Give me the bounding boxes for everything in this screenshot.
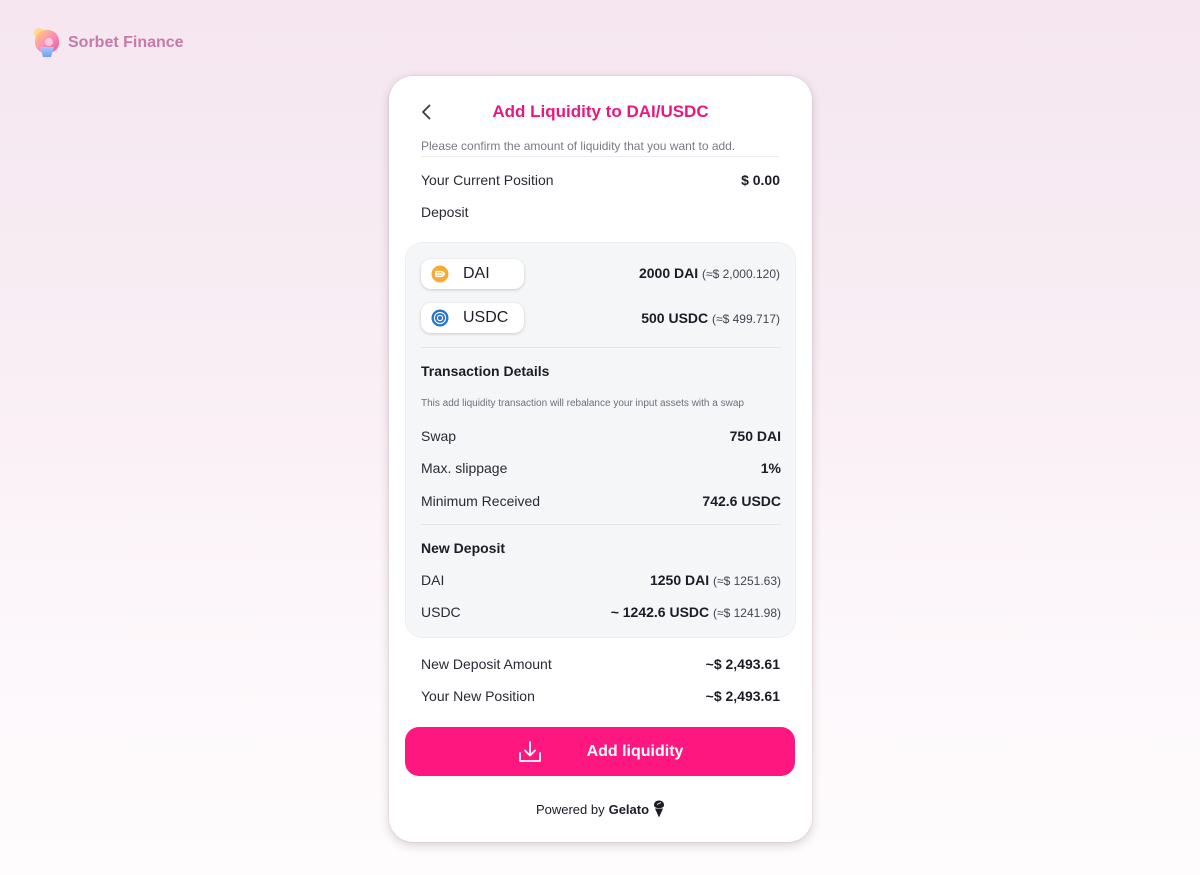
token-symbol-usdc: USDC <box>463 309 509 326</box>
add-liquidity-card: Add Liquidity to DAI/USDC Please confirm… <box>389 76 812 842</box>
max-slippage-value: 1% <box>760 460 781 476</box>
current-position-value: $ 0.00 <box>741 172 780 188</box>
new-position-label: Your New Position <box>421 688 535 704</box>
page-title: Add Liquidity to DAI/USDC <box>492 102 709 121</box>
deposit-label: Deposit <box>421 204 469 220</box>
new-deposit-usdc-value: ~ 1242.6 USDC <box>610 604 710 620</box>
usdc-token-icon <box>431 309 449 327</box>
deposit-panel: DAI 2000 DAI (≈$ 2,000.120) USDC 500 USD… <box>405 242 796 638</box>
usdc-amount: 500 USDC <box>641 310 709 326</box>
new-deposit-amount-value: ~$ 2,493.61 <box>705 656 780 672</box>
brand[interactable]: Sorbet Finance <box>31 25 184 61</box>
max-slippage-row: Max. slippage 1% <box>421 460 781 476</box>
current-position-label: Your Current Position <box>421 172 554 188</box>
swap-value: 750 DAI <box>729 428 781 444</box>
token-select-usdc[interactable]: USDC <box>421 303 524 333</box>
gelato-icon <box>654 800 665 818</box>
new-deposit-dai-approx: (≈$ 1251.63) <box>713 574 781 588</box>
token-amount-dai: 2000 DAI (≈$ 2,000.120) <box>639 265 780 281</box>
new-deposit-usdc-approx: (≈$ 1241.98) <box>713 606 781 620</box>
new-deposit-title: New Deposit <box>421 540 506 556</box>
new-deposit-dai-label: DAI <box>421 572 445 588</box>
new-deposit-dai-amount: 1250 DAI (≈$ 1251.63) <box>650 572 781 588</box>
download-icon <box>518 740 541 762</box>
transaction-details-title: Transaction Details <box>421 363 550 379</box>
token-amount-usdc: 500 USDC (≈$ 499.717) <box>641 310 780 326</box>
new-position-value: ~$ 2,493.61 <box>705 688 780 704</box>
token-symbol-dai: DAI <box>463 265 490 282</box>
usdc-approx-value: (≈$ 499.717) <box>712 312 780 326</box>
page-subtitle: Please confirm the amount of liquidity t… <box>421 139 736 153</box>
divider <box>421 347 781 348</box>
add-liquidity-button[interactable]: Add liquidity <box>405 727 795 776</box>
gelato-wordmark: Gelato <box>608 801 650 817</box>
swap-label: Swap <box>421 428 457 444</box>
dai-approx-value: (≈$ 2,000.120) <box>702 267 780 281</box>
sorbet-logo-icon <box>34 28 60 57</box>
divider <box>421 524 781 525</box>
divider <box>421 156 779 157</box>
new-deposit-amount-label: New Deposit Amount <box>421 656 552 672</box>
new-position-row: Your New Position ~$ 2,493.61 <box>421 688 780 704</box>
max-slippage-label: Max. slippage <box>421 460 508 476</box>
dai-token-icon <box>431 265 449 283</box>
new-deposit-dai-row: DAI 1250 DAI (≈$ 1251.63) <box>421 572 781 588</box>
minimum-received-label: Minimum Received <box>421 493 541 509</box>
token-select-dai[interactable]: DAI <box>421 259 524 289</box>
current-position-row: Your Current Position $ 0.00 <box>421 172 780 188</box>
minimum-received-value: 742.6 USDC <box>702 493 781 509</box>
swap-row: Swap 750 DAI <box>421 428 781 444</box>
new-deposit-dai-value: 1250 DAI <box>649 572 710 588</box>
new-deposit-usdc-amount: ~ 1242.6 USDC (≈$ 1241.98) <box>611 604 781 620</box>
powered-by-label: Powered by <box>535 801 605 817</box>
add-liquidity-label: Add liquidity <box>586 742 684 760</box>
transaction-note: This add liquidity transaction will reba… <box>421 398 744 409</box>
minimum-received-row: Minimum Received 742.6 USDC <box>421 493 781 509</box>
new-deposit-amount-row: New Deposit Amount ~$ 2,493.61 <box>421 656 780 672</box>
deposit-row: Deposit <box>421 204 780 220</box>
new-deposit-usdc-label: USDC <box>421 604 461 620</box>
dai-amount: 2000 DAI <box>638 265 699 281</box>
brand-name: Sorbet Finance <box>68 34 184 51</box>
new-deposit-usdc-row: USDC ~ 1242.6 USDC (≈$ 1241.98) <box>421 604 781 620</box>
powered-by[interactable]: Powered by Gelato <box>389 800 812 818</box>
